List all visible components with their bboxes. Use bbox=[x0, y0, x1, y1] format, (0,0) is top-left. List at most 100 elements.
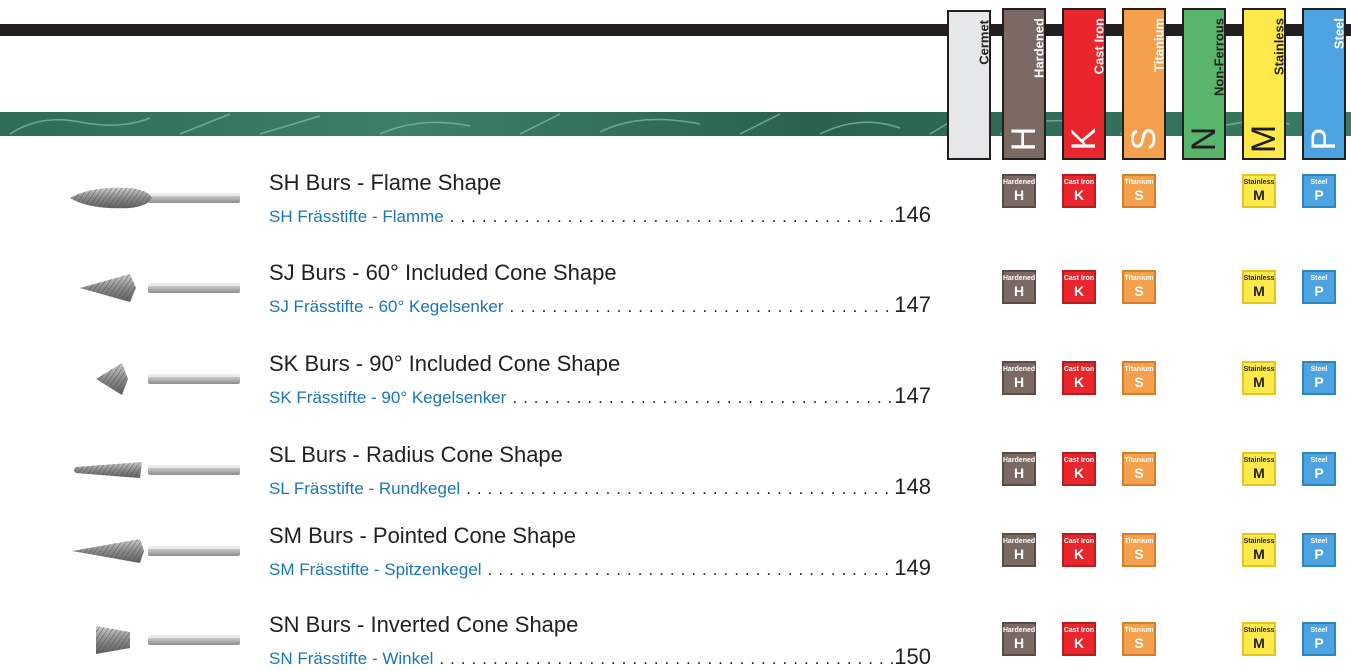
badge-name: Stainless bbox=[1243, 275, 1275, 282]
badge-letter: S bbox=[1134, 635, 1144, 651]
product-row[interactable]: SN Burs - Inverted Cone Shape SN Frässtif… bbox=[0, 608, 1351, 671]
badge-name: Titanium bbox=[1124, 366, 1154, 373]
badge-name: Steel bbox=[1310, 366, 1328, 373]
material-badge-k: Cast Iron K bbox=[1062, 622, 1096, 656]
page-number[interactable]: 147 bbox=[894, 292, 931, 318]
badge-name: Hardened bbox=[1002, 179, 1036, 186]
badge-name: Titanium bbox=[1124, 179, 1154, 186]
product-title[interactable]: SK Burs - 90° Included Cone Shape bbox=[269, 351, 620, 377]
material-name: Non-Ferrous bbox=[1211, 18, 1227, 96]
material-badge-p: Steel P bbox=[1302, 361, 1336, 395]
badge-name: Titanium bbox=[1124, 627, 1154, 634]
badge-letter: H bbox=[1013, 635, 1025, 651]
badge-letter: P bbox=[1314, 283, 1324, 299]
material-badge-k: Cast Iron K bbox=[1062, 533, 1096, 567]
toc-entry[interactable]: SM Frässtifte - Spitzenkegel............… bbox=[269, 555, 931, 581]
product-row[interactable]: SL Burs - Radius Cone Shape SL Frässtifte… bbox=[0, 438, 1351, 518]
badge-name: Titanium bbox=[1124, 457, 1154, 464]
dot-leader: ........................................… bbox=[466, 479, 895, 498]
material-badge-s: Titanium S bbox=[1122, 452, 1156, 486]
toc-entry[interactable]: SN Frässtifte - Winkel..................… bbox=[269, 644, 931, 670]
product-subtitle[interactable]: SJ Frässtifte - 60° Kegelsenker bbox=[269, 297, 504, 317]
badge-letter: H bbox=[1013, 546, 1025, 562]
product-title[interactable]: SH Burs - Flame Shape bbox=[269, 170, 501, 196]
material-badge-k: Cast Iron K bbox=[1062, 270, 1096, 304]
product-subtitle[interactable]: SH Frässtifte - Flamme bbox=[269, 207, 444, 227]
badge-letter: M bbox=[1253, 635, 1265, 651]
toc-entry[interactable]: SL Frässtifte - Rundkegel...............… bbox=[269, 474, 931, 500]
badge-name: Stainless bbox=[1243, 179, 1275, 186]
product-row[interactable]: SH Burs - Flame Shape SH Frässtifte - Fla… bbox=[0, 166, 1351, 246]
page-number[interactable]: 149 bbox=[894, 555, 931, 581]
badge-letter: K bbox=[1073, 465, 1085, 481]
material-badge-m: Stainless M bbox=[1242, 533, 1276, 567]
page-number[interactable]: 146 bbox=[894, 202, 931, 228]
product-title[interactable]: SM Burs - Pointed Cone Shape bbox=[269, 523, 576, 549]
product-subtitle[interactable]: SM Frässtifte - Spitzenkegel bbox=[269, 560, 482, 580]
badge-letter: P bbox=[1314, 635, 1324, 651]
product-title[interactable]: SN Burs - Inverted Cone Shape bbox=[269, 612, 578, 638]
badge-name: Cast Iron bbox=[1063, 457, 1095, 464]
product-subtitle[interactable]: SL Frässtifte - Rundkegel bbox=[269, 479, 460, 499]
toc-entry[interactable]: SK Frässtifte - 90° Kegelsenker.........… bbox=[269, 383, 931, 409]
badge-letter: K bbox=[1073, 283, 1085, 299]
badge-name: Cast Iron bbox=[1063, 627, 1095, 634]
badge-letter: M bbox=[1253, 187, 1265, 203]
material-badge-p: Steel P bbox=[1302, 533, 1336, 567]
badge-letter: M bbox=[1253, 465, 1265, 481]
material-badge-s: Titanium S bbox=[1122, 174, 1156, 208]
toc-entry[interactable]: SJ Frässtifte - 60° Kegelsenker.........… bbox=[269, 292, 931, 318]
badge-name: Cast Iron bbox=[1063, 538, 1095, 545]
material-badge-m: Stainless M bbox=[1242, 622, 1276, 656]
material-tab-cast-iron: Cast Iron K bbox=[1062, 8, 1107, 160]
material-badge-s: Titanium S bbox=[1122, 533, 1156, 567]
material-badge-k: Cast Iron K bbox=[1062, 174, 1096, 208]
badge-name: Stainless bbox=[1243, 538, 1275, 545]
toc-entry[interactable]: SH Frässtifte - Flamme..................… bbox=[269, 202, 931, 228]
material-name: Steel bbox=[1331, 18, 1347, 50]
badge-name: Steel bbox=[1310, 627, 1328, 634]
dot-leader: ........................................… bbox=[509, 297, 895, 316]
badge-name: Cast Iron bbox=[1063, 366, 1095, 373]
product-subtitle[interactable]: SN Frässtifte - Winkel bbox=[269, 649, 433, 669]
badge-letter: P bbox=[1314, 546, 1324, 562]
material-badge-h: Hardened H bbox=[1002, 361, 1036, 395]
badge-name: Hardened bbox=[1002, 457, 1036, 464]
badge-letter: S bbox=[1134, 283, 1144, 299]
badge-name: Steel bbox=[1310, 179, 1328, 186]
badge-letter: M bbox=[1253, 374, 1265, 390]
material-badge-p: Steel P bbox=[1302, 622, 1336, 656]
material-name: Hardened bbox=[1031, 18, 1047, 78]
material-letter: S bbox=[1125, 127, 1163, 151]
material-badge-h: Hardened H bbox=[1002, 174, 1036, 208]
product-row[interactable]: SM Burs - Pointed Cone Shape SM Frässtift… bbox=[0, 519, 1351, 599]
material-letter: M bbox=[1245, 124, 1283, 154]
product-title[interactable]: SL Burs - Radius Cone Shape bbox=[269, 442, 563, 468]
product-row[interactable]: SJ Burs - 60° Included Cone Shape SJ Fräs… bbox=[0, 256, 1351, 336]
page-number[interactable]: 147 bbox=[894, 383, 931, 409]
dot-leader: ........................................… bbox=[487, 560, 895, 579]
bur-cone90-image bbox=[70, 359, 245, 399]
material-badge-k: Cast Iron K bbox=[1062, 361, 1096, 395]
badge-name: Cast Iron bbox=[1063, 179, 1095, 186]
badge-letter: K bbox=[1073, 546, 1085, 562]
badge-name: Stainless bbox=[1243, 457, 1275, 464]
badge-letter: S bbox=[1134, 374, 1144, 390]
product-subtitle[interactable]: SK Frässtifte - 90° Kegelsenker bbox=[269, 388, 506, 408]
badge-letter: H bbox=[1013, 187, 1025, 203]
page-number[interactable]: 150 bbox=[894, 644, 931, 670]
badge-letter: P bbox=[1314, 374, 1324, 390]
material-badge-p: Steel P bbox=[1302, 452, 1336, 486]
material-badge-k: Cast Iron K bbox=[1062, 452, 1096, 486]
material-tab-hardened: Hardened H bbox=[1002, 8, 1047, 160]
badge-letter: P bbox=[1314, 465, 1324, 481]
page-number[interactable]: 148 bbox=[894, 474, 931, 500]
material-letter: N bbox=[1185, 126, 1223, 152]
bur-inverted-cone-image bbox=[70, 620, 245, 660]
material-badge-h: Hardened H bbox=[1002, 533, 1036, 567]
badge-name: Titanium bbox=[1124, 538, 1154, 545]
badge-name: Hardened bbox=[1002, 275, 1036, 282]
material-name: Titanium bbox=[1151, 18, 1167, 72]
product-row[interactable]: SK Burs - 90° Included Cone Shape SK Fräs… bbox=[0, 347, 1351, 427]
product-title[interactable]: SJ Burs - 60° Included Cone Shape bbox=[269, 260, 617, 286]
